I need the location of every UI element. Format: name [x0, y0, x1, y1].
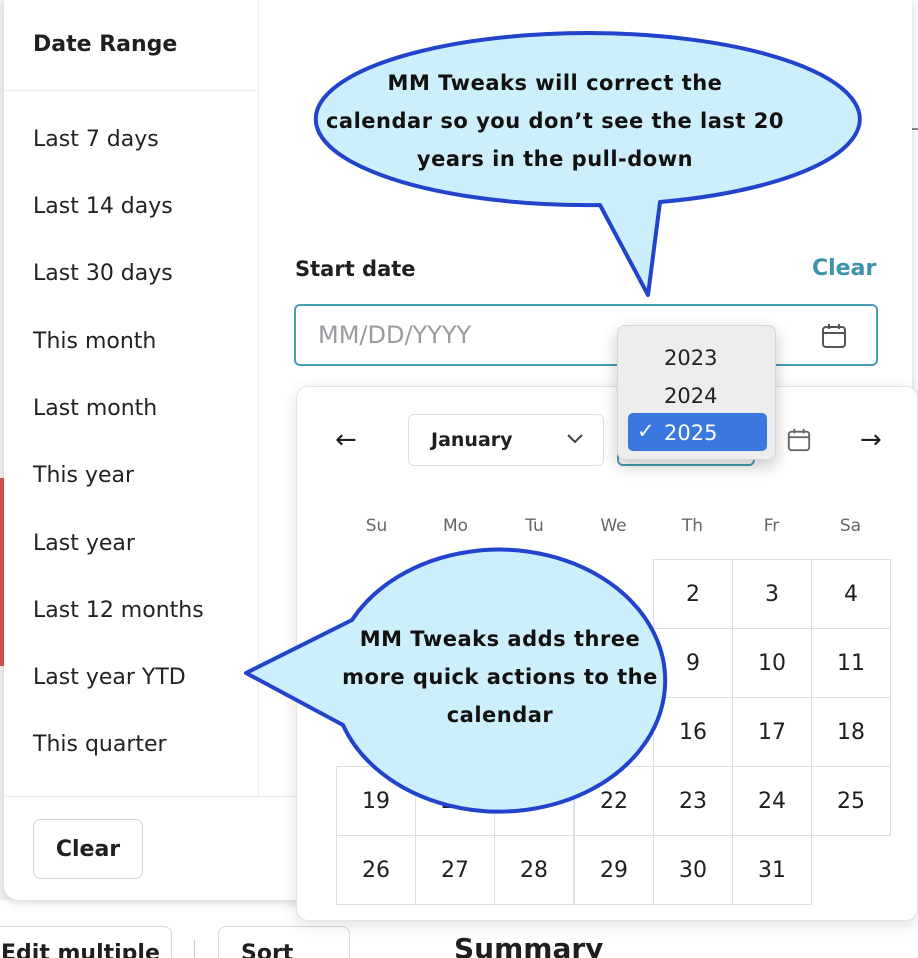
year-dropdown-menu: 2023 2024 ✓ 2025: [617, 325, 776, 460]
top-callout-text: MM Tweaks will correct the calendar so y…: [300, 64, 810, 178]
edit-multiple-button[interactable]: Edit multiple: [0, 926, 172, 958]
calendar-day[interactable]: 30: [653, 835, 733, 905]
quick-range-last-year-ytd[interactable]: Last year YTD: [33, 665, 186, 690]
next-month-arrow-icon[interactable]: →: [860, 425, 882, 455]
calendar-icon[interactable]: [786, 427, 812, 453]
weekday-header: We: [600, 516, 627, 536]
quick-range-last-month[interactable]: Last month: [33, 396, 157, 421]
calendar-day[interactable]: 22: [574, 766, 654, 836]
calendar-day[interactable]: 11: [811, 628, 891, 698]
bottom-callout-line: MM Tweaks adds three: [359, 627, 641, 651]
calendar-day[interactable]: 10: [732, 628, 812, 698]
quick-range-this-quarter[interactable]: This quarter: [33, 732, 167, 757]
chevron-down-icon: [567, 434, 583, 444]
month-select-value: January: [431, 429, 513, 451]
bottom-callout-line: calendar: [446, 703, 554, 727]
calendar-day[interactable]: 18: [811, 697, 891, 767]
sidebar-divider: [4, 90, 259, 91]
calendar-day[interactable]: 17: [732, 697, 812, 767]
bottom-callout-line: more quick actions to the: [342, 665, 658, 689]
top-callout-line: years in the pull-down: [416, 147, 694, 171]
calendar-day[interactable]: 2: [653, 559, 733, 629]
start-date-clear-link[interactable]: Clear: [812, 256, 876, 281]
quick-range-last-14-days[interactable]: Last 14 days: [33, 194, 173, 219]
summary-heading: Summary: [454, 932, 604, 958]
quick-range-last-30-days[interactable]: Last 30 days: [33, 261, 173, 286]
calendar-day[interactable]: 19: [336, 766, 416, 836]
calendar-day[interactable]: 29: [574, 835, 654, 905]
calendar-day[interactable]: 16: [653, 697, 733, 767]
calendar-day[interactable]: 28: [494, 835, 574, 905]
calendar-day[interactable]: 20: [415, 766, 495, 836]
quick-range-last-12-months[interactable]: Last 12 months: [33, 598, 204, 623]
weekday-header: Tu: [525, 516, 544, 536]
weekday-header: Mo: [442, 516, 469, 536]
quick-range-last-year[interactable]: Last year: [33, 531, 135, 556]
start-date-label: Start date: [295, 257, 416, 281]
clear-all-button[interactable]: Clear: [33, 819, 143, 879]
calendar-day[interactable]: 31: [732, 835, 812, 905]
calendar-day[interactable]: 23: [653, 766, 733, 836]
quick-range-this-year[interactable]: This year: [33, 463, 134, 488]
quick-range-last-7-days[interactable]: Last 7 days: [33, 127, 159, 152]
quick-range-this-month[interactable]: This month: [33, 329, 156, 354]
year-option-label: 2025: [664, 421, 718, 445]
calendar-day[interactable]: 4: [811, 559, 891, 629]
weekday-header: Fr: [763, 516, 780, 536]
calendar-day[interactable]: 9: [653, 628, 733, 698]
calendar-day[interactable]: 25: [811, 766, 891, 836]
toolbar-divider: [194, 940, 195, 958]
year-option-2024[interactable]: 2024: [628, 376, 767, 414]
calendar-day[interactable]: 3: [732, 559, 812, 629]
weekday-header: Sa: [839, 516, 862, 536]
previous-month-arrow-icon[interactable]: ←: [335, 425, 357, 455]
checkmark-icon: ✓: [637, 419, 655, 443]
bottom-callout-text: MM Tweaks adds three more quick actions …: [336, 620, 664, 734]
top-callout-line: calendar so you don’t see the last 20: [325, 109, 784, 133]
calendar-icon[interactable]: [820, 322, 848, 350]
calendar-day[interactable]: 24: [732, 766, 812, 836]
year-option-2023[interactable]: 2023: [628, 338, 767, 376]
weekday-header: Th: [681, 516, 704, 536]
date-range-title: Date Range: [33, 32, 178, 57]
start-date-input[interactable]: [294, 304, 878, 366]
top-callout-line: MM Tweaks will correct the: [387, 71, 723, 95]
weekday-header: Su: [365, 516, 388, 536]
calendar-day[interactable]: 26: [336, 835, 416, 905]
year-option-2025[interactable]: ✓ 2025: [628, 413, 767, 451]
calendar-day[interactable]: 27: [415, 835, 495, 905]
quick-range-sidebar: Date Range Last 7 days Last 14 days Last…: [4, 0, 259, 796]
sort-button[interactable]: Sort: [218, 926, 350, 958]
calendar-day[interactable]: 21: [494, 766, 574, 836]
month-select[interactable]: January: [408, 414, 604, 466]
